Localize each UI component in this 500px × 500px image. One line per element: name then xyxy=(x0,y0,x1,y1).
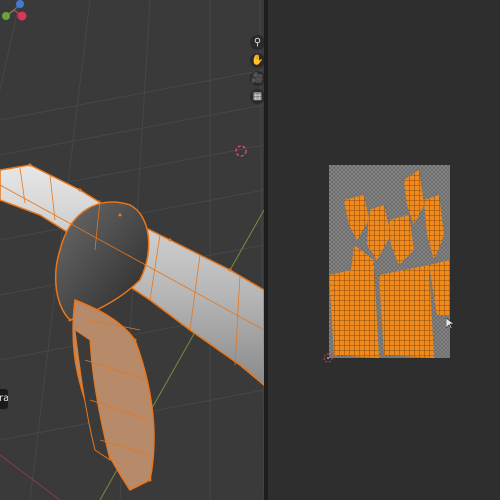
3d-viewport[interactable]: ⚲ ✋ 🎥 ▦ ra xyxy=(0,0,264,500)
3d-cursor-icon xyxy=(235,145,247,157)
camera-icon[interactable]: 🎥 xyxy=(250,71,264,86)
x-axis-line xyxy=(0,454,61,500)
grid-view-icon[interactable]: ▦ xyxy=(250,89,264,104)
mesh-object[interactable] xyxy=(0,163,264,491)
zoom-icon[interactable]: ⚲ xyxy=(250,35,264,50)
axis-gizmo-icon[interactable] xyxy=(0,0,30,26)
mouse-pointer-icon xyxy=(446,318,454,330)
uv-checker-image[interactable] xyxy=(329,165,450,358)
viewport-canvas[interactable] xyxy=(0,0,264,500)
pan-hand-icon[interactable]: ✋ xyxy=(250,53,264,68)
2d-cursor-icon xyxy=(323,353,333,363)
object-label: ra xyxy=(0,389,8,409)
